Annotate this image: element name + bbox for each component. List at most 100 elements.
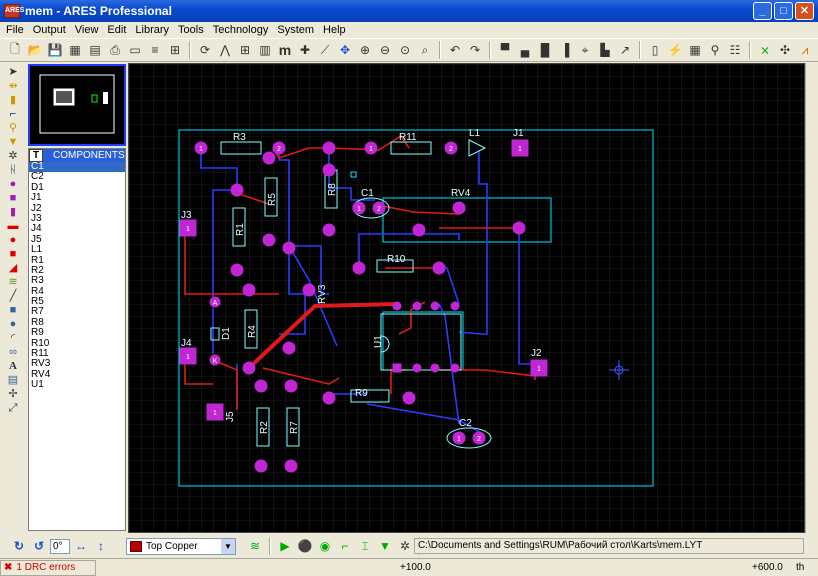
library-icon[interactable]: ▙ [596,41,614,59]
new-file-icon[interactable]: 🗋 [6,41,24,59]
chevron-down-icon[interactable]: ▼ [221,538,235,554]
autoroute-icon[interactable]: ⚡ [666,41,684,59]
mirror-horizontal-icon[interactable]: ↔ [72,537,90,555]
grid-icon[interactable]: ⊞ [236,41,254,59]
layer-selector[interactable]: Top Copper ▼ [126,537,236,555]
list-item[interactable]: L1 [29,244,125,255]
marker-tool-icon[interactable]: ✢ [3,388,23,401]
arc-tool-icon[interactable]: ◜ [3,332,23,345]
origin-icon[interactable]: ✚ [296,41,314,59]
measure-icon[interactable]: ⟋ [316,41,334,59]
menu-file[interactable]: File [6,24,24,36]
open-folder-icon[interactable]: 📂 [26,41,44,59]
pcb-layout[interactable]: 1 2 1 2 1 1 2 1 A K 1 1 1 1 2 R3 R11 L1 … [129,64,805,533]
autoplace-icon[interactable]: ▦ [686,41,704,59]
block-delete-icon[interactable]: ▐ [556,41,574,59]
line-tool-icon[interactable]: ╱ [3,290,23,303]
page-setup-icon[interactable]: ▭ [126,41,144,59]
list-item[interactable]: J5 [29,234,125,245]
drc-status[interactable]: ✖ 1 DRC errors [0,559,96,576]
test-icon[interactable]: ⌶ [356,537,374,555]
list-item[interactable]: D1 [29,182,125,193]
zoom-out-icon[interactable]: ⊖ [376,41,394,59]
via-mode-icon[interactable]: ⚲ [3,122,23,135]
netlist-icon[interactable]: ⊞ [166,41,184,59]
menu-edit[interactable]: Edit [107,24,126,36]
menu-help[interactable]: Help [323,24,346,36]
via-icon[interactable]: ◉ [316,537,334,555]
list-item[interactable]: J1 [29,192,125,203]
list-item[interactable]: J3 [29,213,125,224]
edge-pad-icon[interactable]: ▬ [3,220,23,233]
layer-stack-icon[interactable]: ≋ [246,537,264,555]
flip-icon[interactable]: ⋀ [216,41,234,59]
overview-window[interactable] [28,64,126,146]
minimize-button[interactable]: _ [753,2,772,20]
import-icon[interactable]: ▦ [66,41,84,59]
menu-technology[interactable]: Technology [213,24,269,36]
ratsnest-icon[interactable]: ⨯ [756,41,774,59]
rotate-ccw-icon[interactable]: ↺ [30,537,48,555]
circle-pad-icon[interactable]: ● [3,234,23,247]
dil-pad-icon[interactable]: ▮ [3,206,23,219]
track-mode-icon[interactable]: ⌐ [3,108,23,121]
maximize-button[interactable]: □ [774,2,793,20]
refresh-icon[interactable]: ⟳ [196,41,214,59]
power-plane-icon[interactable]: ⩘ [796,41,814,59]
print-icon[interactable]: ⎙ [106,41,124,59]
unit-indicator[interactable]: th [796,562,804,573]
package-mode-icon[interactable]: ▮ [3,94,23,107]
polygon-pad-icon[interactable]: ◢ [3,262,23,275]
zoom-all-icon[interactable]: ⊙ [396,41,414,59]
round-pad-icon[interactable]: ● [3,178,23,191]
pan-icon[interactable]: ✥ [336,41,354,59]
ratsnest-mode-icon[interactable]: ✲ [3,150,23,163]
pick-icon[interactable]: ⌖ [576,41,594,59]
menu-tools[interactable]: Tools [178,24,204,36]
design-rules-icon[interactable]: ✣ [776,41,794,59]
select-arrow-icon[interactable]: ➤ [3,66,23,79]
text-tool-icon[interactable]: A [3,360,23,373]
component-mode-icon[interactable]: ⇻ [3,80,23,93]
vertical-scrollbar[interactable] [805,63,818,533]
redo-icon[interactable]: ↷ [466,41,484,59]
rotate-cw-icon[interactable]: ↻ [10,537,28,555]
zoom-in-icon[interactable]: ⊕ [356,41,374,59]
close-button[interactable]: ✕ [795,2,814,20]
metric-icon[interactable]: m [276,41,294,59]
save-icon[interactable]: 💾 [46,41,64,59]
circle-tool-icon[interactable]: ● [3,318,23,331]
layers-icon[interactable]: ▥ [256,41,274,59]
symbol-tool-icon[interactable]: ▤ [3,374,23,387]
list-item[interactable]: J2 [29,203,125,214]
dimension-tool-icon[interactable]: ⤢ [3,402,23,415]
block-move-icon[interactable]: ▄ [516,41,534,59]
block-copy-icon[interactable]: ▀ [496,41,514,59]
connectivity-icon[interactable]: ᚺ [3,164,23,177]
box-tool-icon[interactable]: ■ [3,304,23,317]
document-icon[interactable]: ▯ [646,41,664,59]
menu-view[interactable]: View [75,24,99,36]
list-item[interactable]: J4 [29,223,125,234]
mirror-vertical-icon[interactable]: ↕ [92,537,110,555]
track-icon[interactable]: ⌐ [336,537,354,555]
decompose-icon[interactable]: ↗ [616,41,634,59]
play-icon[interactable]: ▶ [276,537,294,555]
tag-icon[interactable]: ☷ [726,41,744,59]
zoom-area-icon[interactable]: ⌕ [416,41,434,59]
pin-icon[interactable]: ⚫ [296,537,314,555]
path-tool-icon[interactable]: ∞ [3,346,23,359]
rotation-input[interactable]: 0° [50,538,70,554]
square-pad-icon[interactable]: ■ [3,192,23,205]
padstack-icon[interactable]: ≋ [3,276,23,289]
menu-system[interactable]: System [277,24,314,36]
search-icon[interactable]: ⚲ [706,41,724,59]
pcb-canvas[interactable]: 1 2 1 2 1 1 2 1 A K 1 1 1 1 2 R3 R11 L1 … [128,63,805,533]
block-rotate-icon[interactable]: █ [536,41,554,59]
smt-pad-icon[interactable]: ■ [3,248,23,261]
menu-library[interactable]: Library [135,24,169,36]
zone-icon[interactable]: ▼ [376,537,394,555]
menu-output[interactable]: Output [33,24,66,36]
list-item[interactable]: U1 [29,379,125,390]
export-icon[interactable]: ▤ [86,41,104,59]
